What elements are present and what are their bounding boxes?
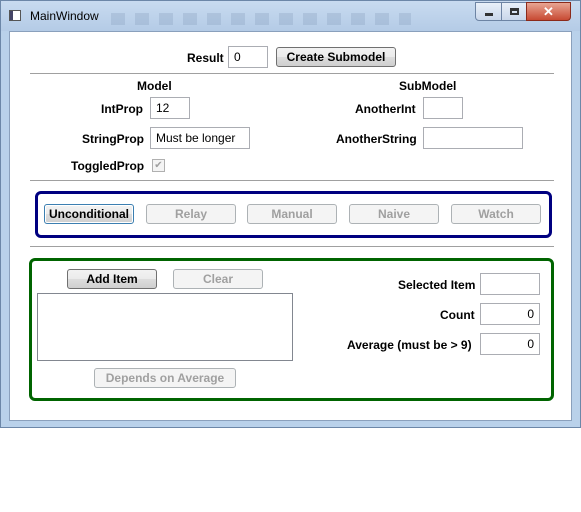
average-field[interactable]: 0 <box>480 333 540 355</box>
divider-middle <box>30 180 554 181</box>
toggled-prop-label: ToggledProp <box>71 159 145 173</box>
another-string-label: AnotherString <box>336 132 417 146</box>
count-label: Count <box>440 308 475 322</box>
string-prop-label: StringProp <box>82 132 144 146</box>
window-title: MainWindow <box>30 9 99 23</box>
app-window-icon[interactable] <box>9 10 21 21</box>
clear-button[interactable]: Clear <box>173 269 263 289</box>
maximize-button[interactable] <box>501 2 527 21</box>
create-submodel-button[interactable]: Create Submodel <box>276 47 396 67</box>
naive-button[interactable]: Naive <box>349 204 439 224</box>
title-bar[interactable]: MainWindow ✕ <box>1 1 580 31</box>
background-toolbar-ghost <box>111 13 411 25</box>
int-prop-field[interactable]: 12 <box>150 97 190 119</box>
result-field[interactable]: 0 <box>228 46 268 68</box>
int-prop-label: IntProp <box>101 102 143 116</box>
items-list[interactable] <box>37 293 293 361</box>
result-label: Result <box>187 51 224 65</box>
minimize-icon <box>484 13 493 16</box>
submodel-heading: SubModel <box>399 79 457 93</box>
maximize-icon <box>509 8 519 15</box>
another-int-field[interactable] <box>423 97 463 119</box>
count-field[interactable]: 0 <box>480 303 540 325</box>
divider-top <box>30 73 554 74</box>
close-button[interactable]: ✕ <box>526 2 571 21</box>
unconditional-button[interactable]: Unconditional <box>44 204 134 224</box>
toggled-prop-checkbox[interactable]: ✔ <box>152 159 165 172</box>
string-prop-field[interactable]: Must be longer <box>150 127 250 149</box>
selected-item-label: Selected Item <box>398 278 476 292</box>
depends-on-average-button[interactable]: Depends on Average <box>94 368 236 388</box>
add-item-button[interactable]: Add Item <box>67 269 157 289</box>
checkmark-icon: ✔ <box>154 160 163 171</box>
another-int-label: AnotherInt <box>355 102 416 116</box>
watch-button[interactable]: Watch <box>451 204 541 224</box>
another-string-field[interactable] <box>423 127 523 149</box>
minimize-button[interactable] <box>475 2 502 21</box>
manual-button[interactable]: Manual <box>247 204 337 224</box>
average-label: Average (must be > 9) <box>347 338 472 352</box>
divider-bottom <box>30 246 554 247</box>
close-icon: ✕ <box>543 3 554 19</box>
relay-button[interactable]: Relay <box>146 204 236 224</box>
client-area: Result 0 Create Submodel Model IntProp 1… <box>9 31 572 421</box>
model-heading: Model <box>137 79 172 93</box>
main-window: MainWindow ✕ Result 0 Create Submodel Mo… <box>0 0 581 428</box>
selected-item-field[interactable] <box>480 273 540 295</box>
